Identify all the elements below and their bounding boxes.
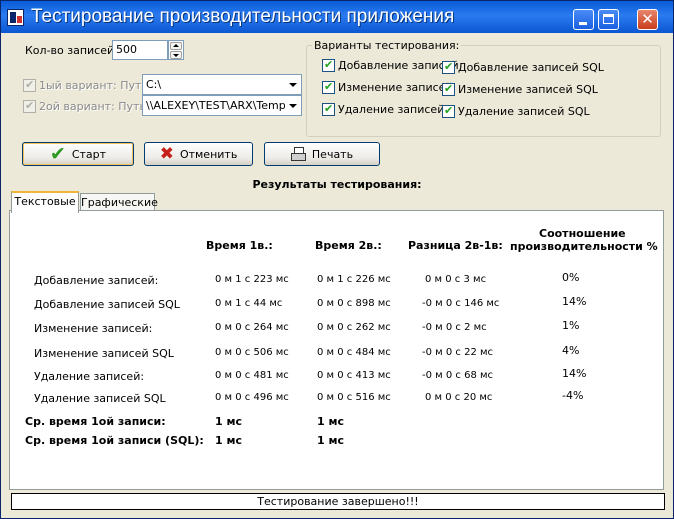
row-time1: 0 м 0 с 264 мс	[215, 322, 289, 333]
variant2-checkbox[interactable]	[23, 99, 36, 113]
row-diff: 0 м 0 с 20 мс	[425, 392, 493, 403]
chevron-down-icon[interactable]	[285, 96, 301, 115]
records-spinner[interactable]	[168, 40, 184, 60]
row-diff: -0 м 0 с 68 мс	[422, 370, 494, 381]
row-label: Изменение записей:	[34, 322, 153, 335]
row-ratio: 14%	[562, 295, 587, 308]
records-count-input[interactable]: 500	[112, 40, 168, 60]
row-time1: 0 м 1 с 44 мс	[215, 298, 283, 309]
records-label: Кол-во записей:	[25, 44, 118, 57]
option-add-sql-checkbox[interactable]	[442, 60, 455, 74]
variant1-checkbox[interactable]	[23, 78, 36, 92]
col-header-time1: Время 1в.:	[206, 239, 273, 252]
test-options-title: Варианты тестирования:	[312, 39, 462, 52]
option-delete-sql-checkbox[interactable]	[442, 104, 455, 118]
minimize-icon	[579, 22, 587, 25]
cancel-label: Отменить	[179, 147, 238, 161]
close-button[interactable]: ✕	[637, 9, 658, 30]
cancel-button[interactable]: ✖ Отменить	[144, 142, 253, 166]
maximize-icon	[603, 14, 614, 24]
row-label: Изменение записей SQL	[34, 347, 174, 360]
option-add-sql-label: Добавление записей SQL	[458, 61, 604, 74]
status-bar: Тестирование завершено!!!	[11, 493, 665, 510]
checkmark-icon: ✔	[49, 143, 66, 165]
start-button[interactable]: ✔ Старт	[22, 142, 134, 166]
avg-label: Ср. время 1ой записи:	[25, 415, 166, 428]
print-button[interactable]: Печать	[264, 142, 380, 166]
avg-time1: 1 мс	[215, 415, 242, 428]
cross-icon: ✖	[159, 144, 174, 164]
window-title: Тестирование производительности приложен…	[31, 6, 455, 27]
results-title: Результаты тестирования:	[252, 178, 422, 191]
start-label: Старт	[71, 147, 107, 161]
row-ratio: 0%	[562, 271, 580, 284]
variant2-label: 2ой вариант: Путь:	[39, 100, 150, 113]
app-window: Тестирование производительности приложен…	[0, 0, 674, 519]
spin-down-icon[interactable]	[170, 51, 182, 59]
avg-sql-time1: 1 мс	[215, 434, 242, 447]
avg-time2: 1 мс	[317, 415, 344, 428]
variant2-path-combo[interactable]: \\ALEXEY\TEST\ARX\Temp\II	[142, 95, 302, 116]
col-header-ratio: Соотношение	[539, 227, 626, 240]
variant2-path-value: \\ALEXEY\TEST\ARX\Temp\II	[146, 99, 296, 112]
row-time2: 0 м 0 с 898 мс	[317, 298, 391, 309]
close-icon: ✕	[641, 10, 654, 28]
row-time2: 0 м 0 с 484 мс	[317, 347, 391, 358]
option-add-label: Добавление записей	[338, 59, 459, 72]
tab-text[interactable]: Текстовые	[11, 191, 79, 213]
chevron-down-icon[interactable]	[285, 75, 301, 94]
row-label: Добавление записей:	[34, 274, 159, 287]
row-label: Добавление записей SQL	[34, 298, 180, 311]
option-add-checkbox[interactable]	[322, 58, 335, 72]
avg-sql-time2: 1 мс	[317, 434, 344, 447]
spin-up-icon[interactable]	[170, 42, 182, 50]
row-time2: 0 м 0 с 516 мс	[317, 392, 391, 403]
row-label: Удаление записей:	[34, 370, 145, 383]
row-ratio: 1%	[562, 319, 580, 332]
row-diff: -0 м 0 с 146 мс	[422, 298, 500, 309]
option-edit-sql-label: Изменение записей SQL	[458, 83, 598, 96]
row-time1: 0 м 0 с 481 мс	[215, 370, 289, 381]
row-ratio: 14%	[562, 367, 587, 380]
printer-icon	[290, 147, 306, 161]
variant1-label: 1ый вариант: Путь:	[39, 79, 152, 92]
row-time2: 0 м 0 с 262 мс	[317, 322, 391, 333]
row-diff: 0 м 0 с 3 мс	[425, 274, 487, 285]
row-diff: -0 м 0 с 22 мс	[422, 347, 494, 358]
row-time1: 0 м 1 с 223 мс	[215, 274, 289, 285]
print-label: Печать	[311, 147, 354, 161]
row-ratio: 4%	[562, 344, 580, 357]
row-ratio: -4%	[562, 389, 584, 402]
maximize-button[interactable]	[598, 9, 619, 30]
option-delete-sql-label: Удаление записей SQL	[458, 105, 590, 118]
option-edit-checkbox[interactable]	[322, 80, 335, 94]
avg-sql-label: Ср. время 1ой записи (SQL):	[25, 434, 204, 447]
col-header-diff: Разница 2в-1в:	[408, 239, 503, 252]
row-time1: 0 м 0 с 496 мс	[215, 392, 289, 403]
row-time2: 0 м 0 с 413 мс	[317, 370, 391, 381]
variant1-path-value: C:\	[146, 78, 162, 91]
row-time1: 0 м 0 с 506 мс	[215, 347, 289, 358]
row-label: Удаление записей SQL	[34, 392, 166, 405]
option-edit-sql-checkbox[interactable]	[442, 82, 455, 96]
row-diff: -0 м 0 с 2 мс	[422, 322, 487, 333]
option-edit-label: Изменение записей	[338, 81, 453, 94]
row-time2: 0 м 1 с 226 мс	[317, 274, 391, 285]
title-bar[interactable]: Тестирование производительности приложен…	[1, 1, 673, 33]
app-icon	[7, 9, 24, 26]
col-header-ratio-2: производительности %	[510, 240, 658, 253]
option-delete-label: Удаление записей	[338, 103, 445, 116]
option-delete-checkbox[interactable]	[322, 102, 335, 116]
variant1-path-combo[interactable]: C:\	[142, 74, 302, 95]
col-header-time2: Время 2в.:	[315, 239, 382, 252]
minimize-button[interactable]	[573, 9, 594, 30]
